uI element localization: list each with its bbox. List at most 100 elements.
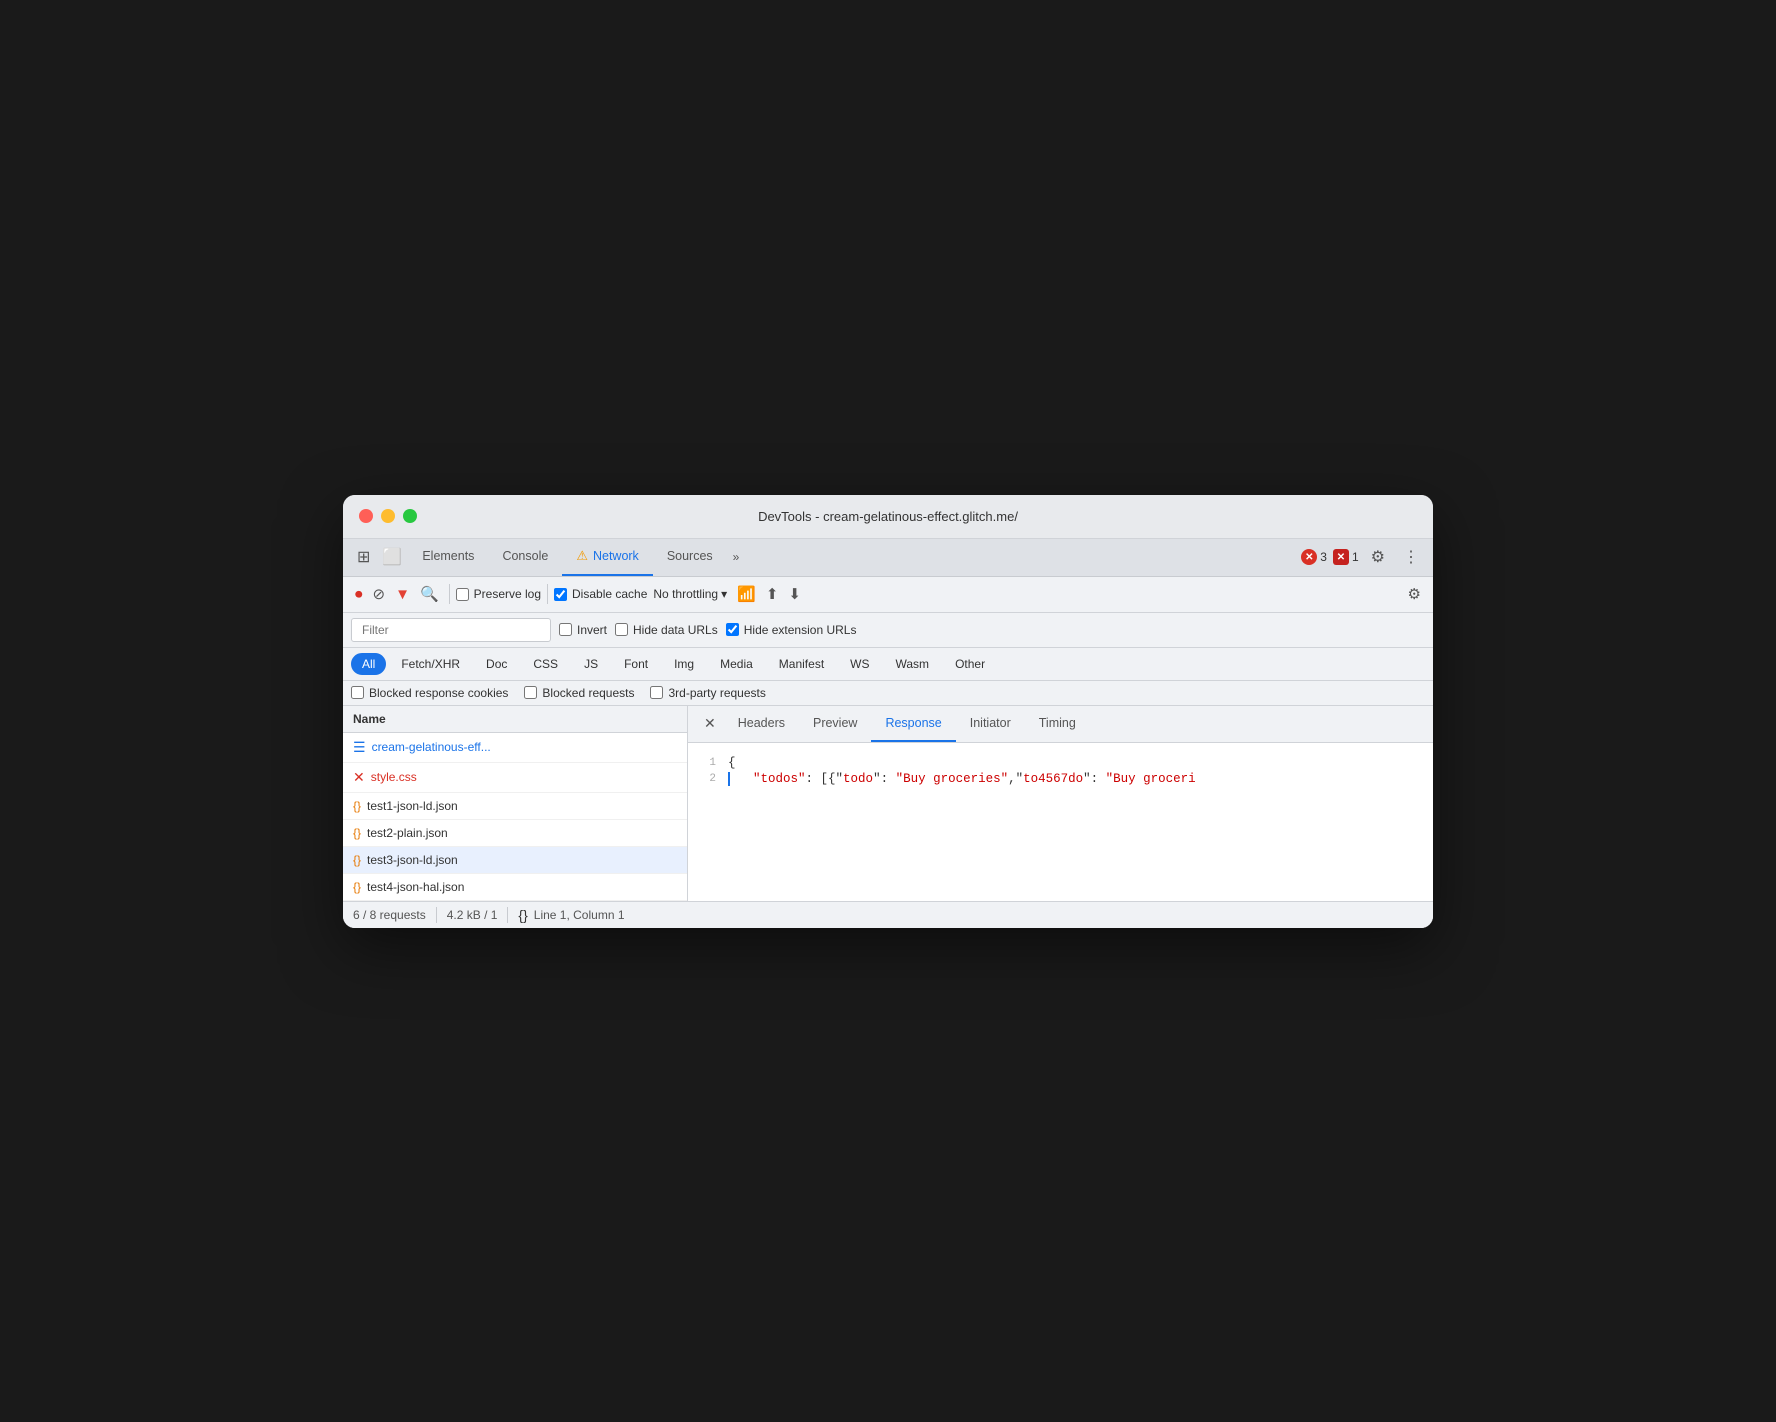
pink-x-icon: ✕	[1333, 549, 1349, 565]
panel-tab-response[interactable]: Response	[871, 706, 955, 742]
tab-console[interactable]: Console	[488, 538, 562, 576]
code-content: {	[728, 756, 736, 770]
file-name: test3-json-ld.json	[367, 853, 458, 867]
status-bar: 6 / 8 requests 4.2 kB / 1 {} Line 1, Col…	[343, 901, 1433, 928]
invert-checkbox[interactable]	[559, 623, 572, 636]
code-content: "todos": [{"todo": "Buy groceries","to45…	[738, 772, 1196, 786]
type-btn-font[interactable]: Font	[613, 653, 659, 675]
json-icon: {}	[353, 853, 361, 867]
clear-button[interactable]: ⊘	[369, 581, 390, 607]
disable-cache-checkbox[interactable]	[554, 588, 567, 601]
type-btn-css[interactable]: CSS	[522, 653, 569, 675]
filter-icon[interactable]: ▼	[391, 582, 414, 607]
divider2	[547, 584, 548, 604]
hide-data-urls-label[interactable]: Hide data URLs	[615, 623, 718, 637]
type-btn-doc[interactable]: Doc	[475, 653, 518, 675]
minimize-button[interactable]	[381, 509, 395, 523]
blocked-requests-label[interactable]: Blocked requests	[524, 686, 634, 700]
extra-filter-row: Blocked response cookies Blocked request…	[343, 681, 1433, 706]
requests-status: 6 / 8 requests	[353, 908, 426, 922]
hide-ext-urls-label[interactable]: Hide extension URLs	[726, 623, 857, 637]
third-party-checkbox[interactable]	[650, 686, 663, 699]
panel-tab-preview[interactable]: Preview	[799, 706, 871, 742]
inspect-icon[interactable]: ⊞	[351, 543, 376, 571]
type-btn-fetch[interactable]: Fetch/XHR	[390, 653, 471, 675]
more-tabs-button[interactable]: »	[727, 542, 746, 572]
panel-tab-headers[interactable]: Headers	[724, 706, 799, 742]
tab-sources[interactable]: Sources	[653, 538, 727, 576]
devtools-window: DevTools - cream-gelatinous-effect.glitc…	[343, 495, 1433, 928]
tab-network[interactable]: ⚠ Network	[562, 538, 653, 576]
blocked-requests-checkbox[interactable]	[524, 686, 537, 699]
preserve-log-label[interactable]: Preserve log	[456, 587, 541, 601]
search-button[interactable]: 🔍	[416, 581, 443, 607]
type-btn-manifest[interactable]: Manifest	[768, 653, 835, 675]
download-icon[interactable]: ⬇	[784, 581, 805, 607]
response-code-area: 1 { 2 "todos": [{"todo": "Buy groceries"…	[688, 743, 1433, 901]
disable-cache-label[interactable]: Disable cache	[554, 587, 647, 601]
hide-ext-urls-checkbox[interactable]	[726, 623, 739, 636]
titlebar: DevTools - cream-gelatinous-effect.glitc…	[343, 495, 1433, 539]
type-btn-img[interactable]: Img	[663, 653, 705, 675]
filter-row: Invert Hide data URLs Hide extension URL…	[343, 613, 1433, 648]
third-party-label[interactable]: 3rd-party requests	[650, 686, 765, 700]
device-icon[interactable]: ⬜	[376, 543, 408, 571]
wifi-icon[interactable]: 📶	[733, 581, 760, 607]
file-item-json4[interactable]: {} test4-json-hal.json	[343, 874, 687, 901]
maximize-button[interactable]	[403, 509, 417, 523]
invert-label[interactable]: Invert	[559, 623, 607, 637]
warning-icon: ⚠	[576, 548, 588, 564]
type-btn-all[interactable]: All	[351, 653, 386, 675]
main-content: Name ☰ cream-gelatinous-eff... ✕ style.c…	[343, 706, 1433, 901]
record-button[interactable]: ⏺	[351, 582, 367, 607]
traffic-lights	[359, 509, 417, 523]
status-divider-2	[507, 907, 508, 923]
divider1	[449, 584, 450, 604]
blocked-cookies-checkbox[interactable]	[351, 686, 364, 699]
network-controls: ⏺ ⊘ ▼ 🔍 Preserve log Disable cache No th…	[343, 577, 1433, 613]
toolbar-right: ✕ 3 ✕ 1 ⚙ ⋮	[1301, 543, 1425, 571]
file-name: cream-gelatinous-eff...	[372, 740, 491, 754]
filter-input[interactable]	[351, 618, 551, 642]
line-number: 1	[688, 756, 728, 769]
type-btn-wasm[interactable]: Wasm	[885, 653, 941, 675]
type-btn-ws[interactable]: WS	[839, 653, 880, 675]
file-item-json2[interactable]: {} test2-plain.json	[343, 820, 687, 847]
response-panel: ✕ Headers Preview Response Initiator Tim…	[688, 706, 1433, 901]
file-name: test2-plain.json	[367, 826, 448, 840]
main-tab-bar: ⊞ ⬜ Elements Console ⚠ Network Sources »…	[343, 539, 1433, 577]
code-line-2: 2 "todos": [{"todo": "Buy groceries","to…	[688, 771, 1433, 787]
type-btn-other[interactable]: Other	[944, 653, 996, 675]
red-x-icon: ✕	[1301, 549, 1317, 565]
close-panel-button[interactable]: ✕	[696, 709, 724, 738]
settings-icon[interactable]: ⚙	[1365, 543, 1391, 571]
code-line-1: 1 {	[688, 755, 1433, 771]
preserve-log-checkbox[interactable]	[456, 588, 469, 601]
format-icon: {}	[518, 907, 527, 923]
more-options-icon[interactable]: ⋮	[1397, 543, 1425, 571]
file-item-main[interactable]: ☰ cream-gelatinous-eff...	[343, 733, 687, 763]
file-item-json1[interactable]: {} test1-json-ld.json	[343, 793, 687, 820]
tab-elements[interactable]: Elements	[408, 538, 488, 576]
position-status: Line 1, Column 1	[534, 908, 625, 922]
window-title: DevTools - cream-gelatinous-effect.glitc…	[758, 509, 1018, 524]
file-item-css[interactable]: ✕ style.css	[343, 763, 687, 793]
network-settings-icon[interactable]: ⚙	[1404, 581, 1425, 607]
panel-tab-bar: ✕ Headers Preview Response Initiator Tim…	[688, 706, 1433, 743]
size-status: 4.2 kB / 1	[447, 908, 498, 922]
error-badge-pink: ✕ 1	[1333, 549, 1359, 565]
hide-data-urls-checkbox[interactable]	[615, 623, 628, 636]
close-button[interactable]	[359, 509, 373, 523]
blocked-cookies-label[interactable]: Blocked response cookies	[351, 686, 508, 700]
error-badge-red: ✕ 3	[1301, 549, 1327, 565]
panel-tab-initiator[interactable]: Initiator	[956, 706, 1025, 742]
json-icon: {}	[353, 880, 361, 894]
file-list-header: Name	[343, 706, 687, 733]
type-btn-media[interactable]: Media	[709, 653, 764, 675]
line-number: 2	[688, 772, 728, 785]
upload-icon[interactable]: ⬆	[762, 581, 783, 607]
panel-tab-timing[interactable]: Timing	[1025, 706, 1090, 742]
file-item-json3[interactable]: {} test3-json-ld.json	[343, 847, 687, 874]
type-btn-js[interactable]: JS	[573, 653, 609, 675]
throttle-dropdown[interactable]: No throttling ▾	[649, 585, 731, 603]
